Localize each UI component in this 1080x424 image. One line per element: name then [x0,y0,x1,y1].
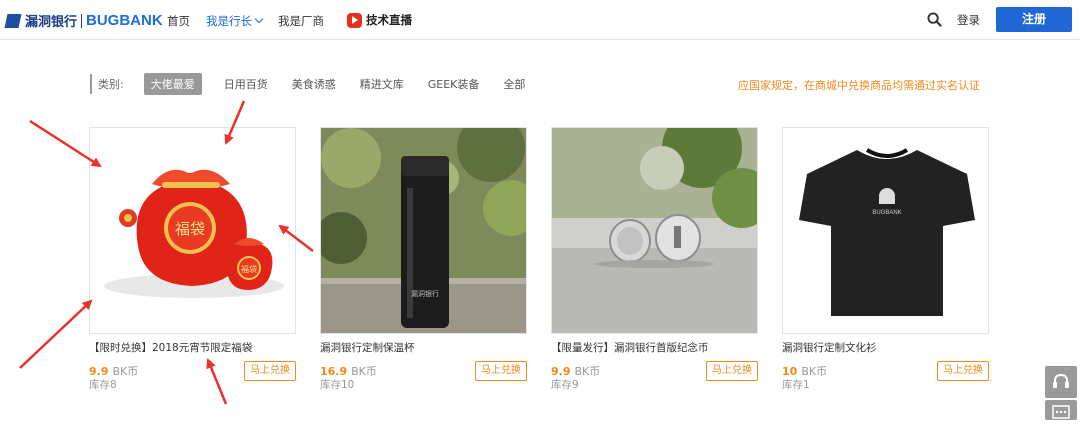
arrow-bottom-left [19,299,93,369]
redeem-button[interactable]: 马上兑换 [244,361,296,381]
nav-tech-live-label: 技术直播 [366,13,412,27]
tshirt-illustration: BUGBANK [783,128,988,333]
product-card[interactable]: 【限量发行】漏洞银行首版纪念币 9.9 BK币 库存9 马上兑换 [551,127,758,391]
nav-bank-manager-label: 我是行长 [206,14,252,28]
thermos-photo: 漏洞银行 [321,128,526,333]
chevron-down-icon [254,14,264,24]
register-button[interactable]: 注册 [996,7,1072,32]
search-icon[interactable] [927,12,942,27]
product-stock: 库存10 [320,379,355,391]
headset-icon [1053,373,1069,388]
product-stock: 库存8 [89,379,117,391]
logo-chinese-name: 漏洞银行 [25,15,78,30]
redeem-button[interactable]: 马上兑换 [475,361,527,381]
logo-mark-icon [4,13,22,28]
product-stock: 库存9 [551,379,579,391]
bugbank-logo[interactable]: 漏洞银行 BUGBANK [4,11,163,30]
play-icon [347,12,362,28]
logo-divider [81,13,83,28]
filter-chip-food[interactable]: 美食诱惑 [292,76,336,92]
product-title[interactable]: 漏洞银行定制保温杯 [320,340,415,355]
filter-chip-geek-gear[interactable]: GEEK装备 [428,76,480,92]
chat-icon [1052,405,1070,419]
product-title[interactable]: 漏洞银行定制文化衫 [782,340,877,355]
filter-chip-library[interactable]: 精进文库 [360,76,404,92]
filter-chip-all[interactable]: 全部 [503,76,525,92]
filter-chip-boss-favorite[interactable]: 大佬最爱 [143,73,202,95]
price-currency: BK币 [351,365,377,378]
nav-bank-manager[interactable]: 我是行长 [206,13,264,29]
category-filter-bar: 类别: 大佬最爱 日用百货 美食诱惑 精进文库 GEEK装备 全部 [90,73,549,95]
bag-big-text: 福袋 [175,220,205,238]
login-link[interactable]: 登录 [957,12,980,28]
arrow-bottom [206,358,228,405]
product-image-thermos[interactable]: 漏洞银行 [320,127,527,334]
customer-service-button[interactable] [1045,366,1077,398]
filter-accent-bar [90,74,92,94]
product-card[interactable]: BUGBANK 漏洞银行定制文化衫 10 BK币 库存1 马上兑换 [782,127,989,391]
product-card[interactable]: 漏洞银行 漏洞银行定制保温杯 16.9 BK币 库存10 马上兑换 [320,127,527,391]
redeem-button[interactable]: 马上兑换 [937,361,989,381]
nav-vendor[interactable]: 我是厂商 [278,13,324,29]
product-title[interactable]: 【限时兑换】2018元宵节限定福袋 [89,340,252,355]
nav-home[interactable]: 首页 [167,13,190,29]
nav-tech-live[interactable]: 技术直播 [347,12,412,28]
coins-photo [552,128,757,333]
product-title[interactable]: 【限量发行】漏洞银行首版纪念币 [551,340,709,355]
product-image-tshirt[interactable]: BUGBANK [782,127,989,334]
bag-small-text: 福袋 [241,264,257,274]
lucky-bag-illustration: 福袋 福袋 [104,169,284,298]
filter-chip-daily-goods[interactable]: 日用百货 [224,76,268,92]
more-options-button[interactable] [1045,400,1077,420]
product-image-coins[interactable] [551,127,758,334]
bottle-brand-text: 漏洞银行 [411,289,439,298]
product-image-lucky-bag[interactable]: 福袋 福袋 [89,127,296,334]
top-navbar: 漏洞银行 BUGBANK 首页 我是行长 我是厂商 技术直播 登录 注册 [0,0,1080,40]
product-stock: 库存1 [782,379,810,391]
redeem-button[interactable]: 马上兑换 [706,361,758,381]
logo-english-name: BUGBANK [86,12,163,29]
shirt-brand-text: BUGBANK [872,210,901,216]
product-card[interactable]: 福袋 福袋 【限时兑换】2018元宵节限定福袋 9.9 BK币 库存8 马上兑换 [89,127,296,391]
real-name-notice: 应国家规定，在商城中兑换商品均需通过实名认证 [738,79,980,92]
main-nav: 首页 我是行长 我是厂商 [167,13,340,29]
filter-label: 类别: [98,78,124,91]
